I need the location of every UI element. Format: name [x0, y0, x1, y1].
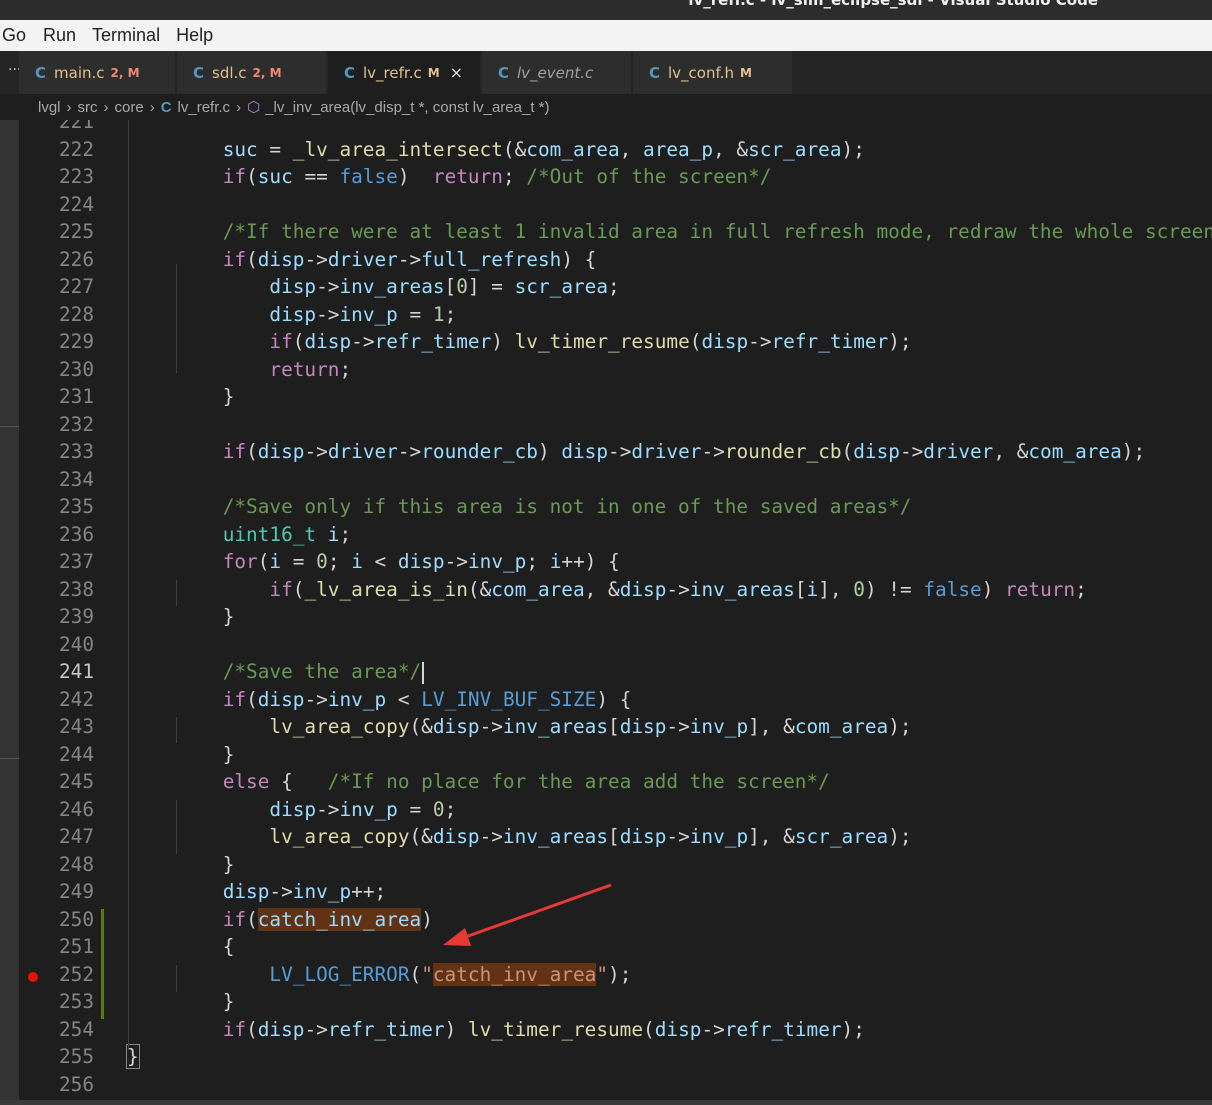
symbol-method-icon: ⬡: [247, 99, 261, 116]
c-file-icon: C: [160, 98, 172, 116]
activity-divider: [0, 758, 19, 759]
tab-badge: M: [739, 65, 752, 80]
chevron-right-icon: ›: [66, 98, 72, 116]
status-strip: [0, 1100, 1212, 1105]
activity-bar: [0, 120, 19, 1105]
c-file-icon: C: [344, 63, 356, 82]
tab-label: main.c: [54, 63, 105, 82]
c-file-icon: C: [193, 63, 205, 82]
breadcrumb-file[interactable]: lv_refr.c: [178, 99, 231, 116]
tab-lv-event-c[interactable]: C lv_event.c: [482, 51, 632, 94]
tab-lv-conf-h[interactable]: C lv_conf.h M: [633, 51, 793, 94]
c-file-icon: C: [35, 63, 47, 82]
breadcrumb: lvgl › src › core › C lv_refr.c › ⬡ _lv_…: [0, 94, 1212, 120]
close-icon[interactable]: ×: [450, 63, 463, 82]
tab-label: lv_event.c: [517, 63, 594, 82]
menu-terminal[interactable]: Terminal: [84, 20, 168, 51]
tab-label: lv_refr.c: [363, 63, 422, 82]
c-file-icon: C: [649, 63, 661, 82]
chevron-right-icon: ›: [149, 98, 155, 116]
menu-bar: Go Run Terminal Help: [0, 20, 1212, 51]
activity-divider: [0, 426, 19, 427]
annotation-arrow: [443, 883, 612, 946]
window-title: lv_refr.c - lv_sim_eclipse_sdl - Visual …: [688, 0, 1098, 9]
title-bar: lv_refr.c - lv_sim_eclipse_sdl - Visual …: [0, 0, 1212, 20]
menu-go[interactable]: Go: [0, 20, 35, 51]
menu-help[interactable]: Help: [168, 20, 221, 51]
tab-badge: 2, M: [110, 65, 140, 80]
chevron-right-icon: ›: [103, 98, 109, 116]
tab-lv-refr-c[interactable]: C lv_refr.c M ×: [328, 51, 481, 94]
tab-main-c[interactable]: C main.c 2, M: [19, 51, 176, 94]
breadcrumb-symbol[interactable]: _lv_inv_area(lv_disp_t *, const lv_area_…: [265, 99, 549, 116]
code-editor[interactable]: 221 222 suc = _lv_area_intersect(&com_are…: [19, 120, 1212, 1105]
tab-badge: M: [427, 65, 440, 80]
breadcrumb-core[interactable]: core: [115, 99, 144, 116]
editor-tab-bar: ··· C main.c 2, M C sdl.c 2, M C lv_refr…: [0, 51, 1212, 94]
menu-run[interactable]: Run: [35, 20, 84, 51]
tab-sdl-c[interactable]: C sdl.c 2, M: [177, 51, 327, 94]
breadcrumb-lvgl[interactable]: lvgl: [38, 99, 61, 116]
tab-label: lv_conf.h: [668, 63, 734, 82]
breadcrumb-src[interactable]: src: [78, 99, 98, 116]
tab-badge: 2, M: [252, 65, 282, 80]
c-file-icon: C: [498, 63, 510, 82]
tab-label: sdl.c: [212, 63, 247, 82]
chevron-right-icon: ›: [236, 98, 242, 116]
